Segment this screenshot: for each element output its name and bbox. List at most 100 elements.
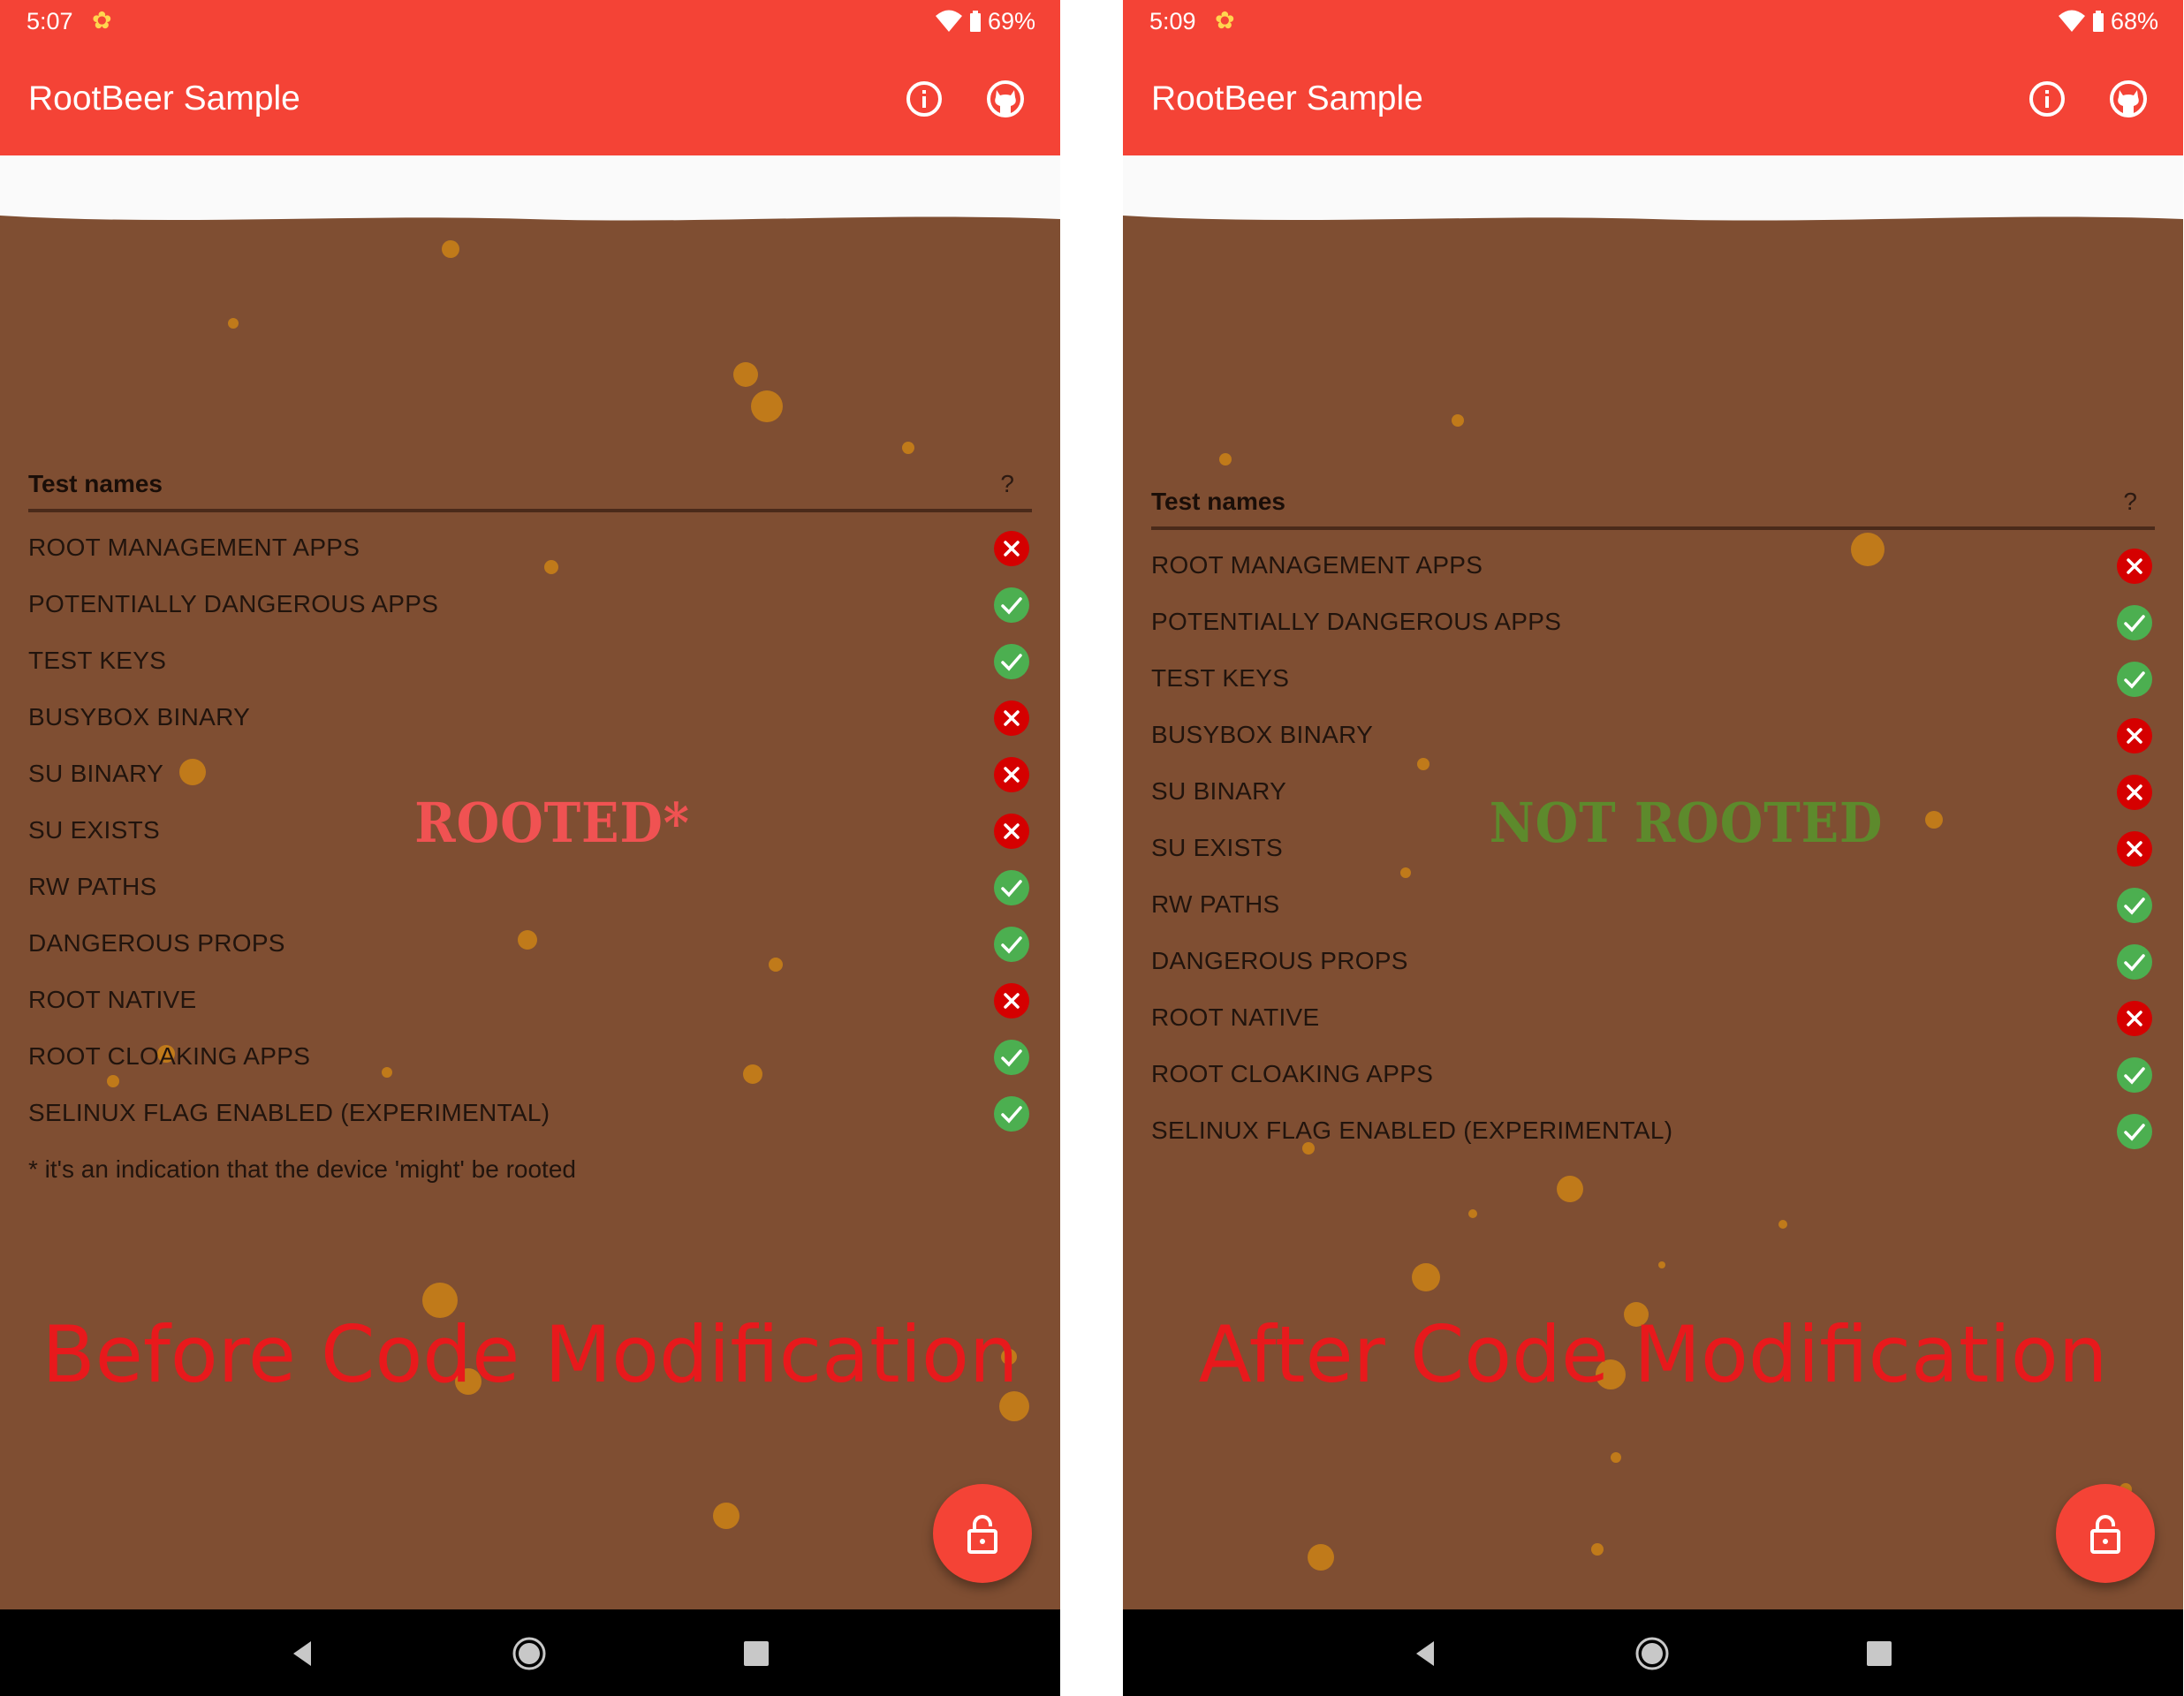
list-item: BUSYBOX BINARY xyxy=(28,691,1032,747)
test-name: SELINUX FLAG ENABLED (EXPERIMENTAL) xyxy=(1151,1117,1673,1144)
github-icon[interactable] xyxy=(2107,78,2150,120)
test-name: RW PATHS xyxy=(1151,890,1280,918)
header-result: ? xyxy=(2123,488,2137,515)
test-name: ROOT CLOAKING APPS xyxy=(1151,1060,1434,1087)
test-name: BUSYBOX BINARY xyxy=(1151,721,1374,748)
recent-apps-icon[interactable] xyxy=(1860,1634,1899,1673)
test-name: ROOT MANAGEMENT APPS xyxy=(28,534,360,561)
list-item: ROOT NATIVE xyxy=(1151,991,2155,1048)
list-item: POTENTIALLY DANGEROUS APPS xyxy=(28,578,1032,634)
status-indicators: 69% xyxy=(935,7,1035,35)
status-bar: 5:07 ✿ 69% xyxy=(0,0,1060,42)
app-title: RootBeer Sample xyxy=(1151,80,1423,117)
list-item: RW PATHS xyxy=(28,860,1032,917)
result-stamp: ROOTED* xyxy=(414,791,690,855)
test-name: SELINUX FLAG ENABLED (EXPERIMENTAL) xyxy=(28,1099,550,1126)
result-stamp: NOT ROOTED xyxy=(1489,791,1884,855)
test-name: TEST KEYS xyxy=(1151,664,1290,692)
header-result: ? xyxy=(1000,470,1014,497)
check-circle-icon xyxy=(2116,604,2153,641)
check-circle-icon xyxy=(2116,1056,2153,1094)
rooted-footnote: * it's an indication that the device 'mi… xyxy=(28,1155,576,1183)
check-root-button[interactable] xyxy=(2056,1484,2155,1583)
test-name: ROOT MANAGEMENT APPS xyxy=(1151,551,1483,579)
table-header: Test names ? xyxy=(28,459,1032,512)
cross-circle-icon xyxy=(2116,1000,2153,1037)
check-circle-icon xyxy=(993,643,1030,680)
status-bar: 5:09 ✿ 68% xyxy=(1123,0,2183,42)
test-name: ROOT CLOAKING APPS xyxy=(28,1042,311,1070)
lock-open-icon xyxy=(967,1515,997,1554)
phone-screen-before: 5:07 ✿ 69% RootBeer Sample Test names ? … xyxy=(0,0,1060,1696)
cross-circle-icon xyxy=(993,756,1030,793)
list-item: RW PATHS xyxy=(1151,878,2155,935)
list-item: SELINUX FLAG ENABLED (EXPERIMENTAL) xyxy=(1151,1104,2155,1161)
caption-before: Before Code Modification xyxy=(42,1309,1019,1400)
battery-icon xyxy=(2092,11,2104,32)
test-name: DANGEROUS PROPS xyxy=(28,929,285,957)
cross-circle-icon xyxy=(2116,717,2153,754)
list-item: POTENTIALLY DANGEROUS APPS xyxy=(1151,595,2155,652)
list-item: TEST KEYS xyxy=(28,634,1032,691)
cross-circle-icon xyxy=(993,813,1030,850)
check-circle-icon xyxy=(993,1039,1030,1076)
test-name: BUSYBOX BINARY xyxy=(28,703,251,731)
back-icon[interactable] xyxy=(284,1634,323,1673)
info-icon[interactable] xyxy=(2026,78,2068,120)
info-icon[interactable] xyxy=(903,78,945,120)
status-indicators: 68% xyxy=(2058,7,2158,35)
list-item: TEST KEYS xyxy=(1151,652,2155,708)
cross-circle-icon xyxy=(993,700,1030,737)
status-time: 5:09 xyxy=(1149,8,1196,34)
back-icon[interactable] xyxy=(1407,1634,1446,1673)
recent-apps-icon[interactable] xyxy=(737,1634,776,1673)
status-time: 5:07 xyxy=(27,8,73,34)
check-circle-icon xyxy=(993,587,1030,624)
list-item: BUSYBOX BINARY xyxy=(1151,708,2155,765)
test-name: SU EXISTS xyxy=(28,816,160,844)
table-header: Test names ? xyxy=(1151,477,2155,530)
notification-icon: ✿ xyxy=(1215,7,1235,34)
github-icon[interactable] xyxy=(984,78,1027,120)
list-item: ROOT MANAGEMENT APPS xyxy=(1151,539,2155,595)
test-name: DANGEROUS PROPS xyxy=(1151,947,1408,974)
home-icon[interactable] xyxy=(510,1634,549,1673)
cross-circle-icon xyxy=(993,530,1030,567)
list-item: ROOT CLOAKING APPS xyxy=(1151,1048,2155,1104)
cross-circle-icon xyxy=(993,982,1030,1019)
navigation-bar xyxy=(0,1609,1060,1696)
list-item: ROOT MANAGEMENT APPS xyxy=(28,521,1032,578)
wifi-icon xyxy=(935,10,962,32)
check-circle-icon xyxy=(993,869,1030,906)
notification-icon: ✿ xyxy=(92,7,112,34)
check-circle-icon xyxy=(2116,1113,2153,1150)
test-name: SU BINARY xyxy=(28,760,164,787)
test-name: ROOT NATIVE xyxy=(28,986,197,1013)
test-name: RW PATHS xyxy=(28,873,157,900)
home-icon[interactable] xyxy=(1633,1634,1672,1673)
list-item: DANGEROUS PROPS xyxy=(28,917,1032,973)
cross-circle-icon xyxy=(2116,548,2153,585)
list-item: ROOT NATIVE xyxy=(28,973,1032,1030)
test-name: SU BINARY xyxy=(1151,777,1287,805)
test-name: POTENTIALLY DANGEROUS APPS xyxy=(28,590,439,617)
test-name: ROOT NATIVE xyxy=(1151,1003,1320,1031)
app-bar: RootBeer Sample xyxy=(0,42,1060,155)
cross-circle-icon xyxy=(2116,774,2153,811)
test-name: TEST KEYS xyxy=(28,647,167,674)
test-name: POTENTIALLY DANGEROUS APPS xyxy=(1151,608,1562,635)
check-circle-icon xyxy=(2116,887,2153,924)
wifi-icon xyxy=(2058,10,2085,32)
battery-level: 68% xyxy=(2110,7,2158,34)
app-bar: RootBeer Sample xyxy=(1123,42,2183,155)
check-circle-icon xyxy=(2116,661,2153,698)
phone-screen-after: 5:09 ✿ 68% RootBeer Sample Test names ? … xyxy=(1123,0,2183,1696)
header-test-names: Test names xyxy=(28,470,163,497)
app-title: RootBeer Sample xyxy=(28,80,300,117)
battery-level: 69% xyxy=(987,7,1035,34)
check-circle-icon xyxy=(993,1095,1030,1132)
check-circle-icon xyxy=(993,926,1030,963)
list-item: ROOT CLOAKING APPS xyxy=(28,1030,1032,1086)
check-root-button[interactable] xyxy=(933,1484,1032,1583)
header-test-names: Test names xyxy=(1151,488,1285,515)
